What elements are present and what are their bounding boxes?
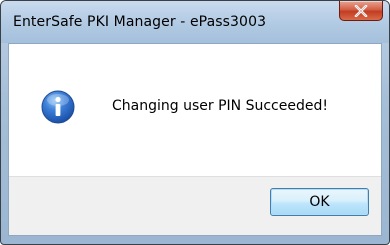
message-text: Changing user PIN Succeeded! [112, 98, 328, 114]
dialog-body: Changing user PIN Succeeded! OK [8, 43, 382, 236]
dialog-window: EnterSafe PKI Manager - ePass3003 Changi… [0, 0, 390, 245]
close-icon [354, 4, 368, 17]
title-bar[interactable]: EnterSafe PKI Manager - ePass3003 [1, 1, 389, 43]
button-bar: OK [9, 176, 381, 235]
info-icon [41, 90, 75, 124]
ok-button[interactable]: OK [270, 188, 369, 216]
close-button[interactable] [339, 1, 383, 21]
window-title: EnterSafe PKI Manager - ePass3003 [13, 14, 267, 30]
message-area: Changing user PIN Succeeded! [9, 44, 381, 176]
